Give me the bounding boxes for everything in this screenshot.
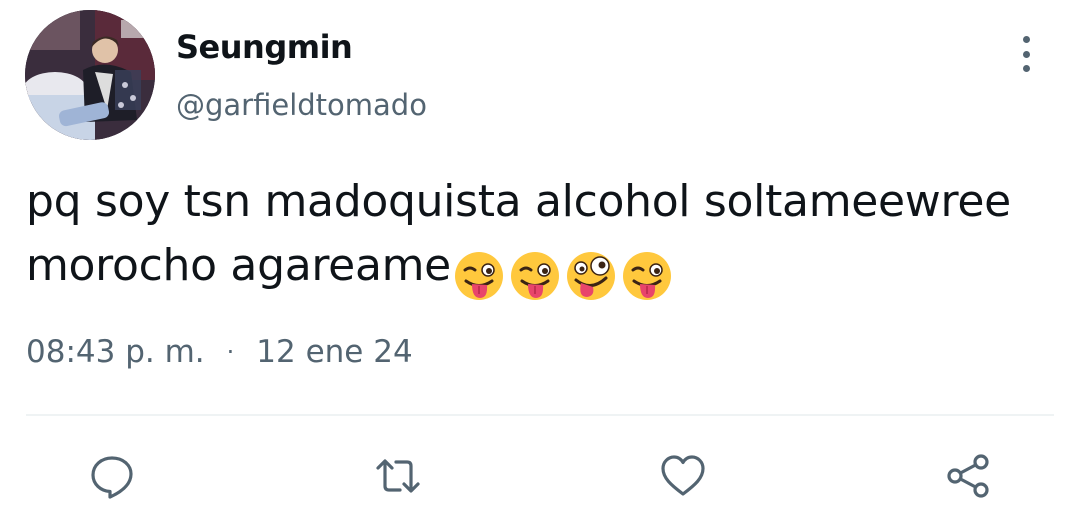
- emoji-row: [453, 242, 677, 306]
- tweet-text: pq soy tsn madoquista alcohol soltameewr…: [26, 170, 1046, 306]
- more-dot-icon: [1022, 50, 1030, 58]
- meta-separator: ·: [226, 338, 235, 366]
- more-dot-icon: [1022, 36, 1030, 43]
- winking-face-with-tongue-icon: [453, 250, 505, 302]
- reply-icon: [91, 456, 133, 499]
- share-button[interactable]: [942, 450, 994, 502]
- more-dot-icon: [1022, 65, 1030, 72]
- tweet-timestamp[interactable]: 08:43 p. m. · 12 ene 24: [26, 334, 413, 370]
- retweet-icon: [376, 459, 420, 493]
- avatar[interactable]: [25, 10, 155, 140]
- divider: [26, 414, 1054, 416]
- tweet-date: 12 ene 24: [256, 334, 413, 370]
- more-options-button[interactable]: [1008, 32, 1044, 76]
- user-handle[interactable]: @garfieldtomado: [176, 88, 427, 122]
- reply-button[interactable]: [86, 450, 138, 502]
- display-name[interactable]: Seungmin: [176, 28, 353, 66]
- like-button[interactable]: [657, 450, 709, 502]
- tweet-time: 08:43 p. m.: [26, 334, 205, 370]
- zany-face-icon: [565, 250, 617, 302]
- like-icon: [661, 455, 705, 496]
- avatar-image: [25, 10, 155, 140]
- winking-face-with-tongue-icon: [621, 250, 673, 302]
- winking-face-with-tongue-icon: [509, 250, 561, 302]
- retweet-button[interactable]: [372, 450, 424, 502]
- share-icon: [947, 454, 989, 498]
